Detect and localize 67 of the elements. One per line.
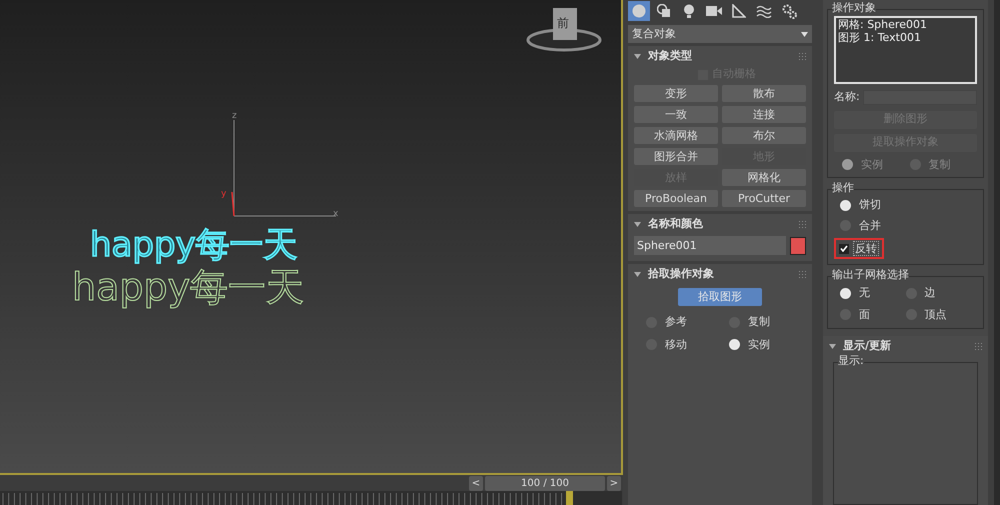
rollout-title[interactable]: 显示/更新 (843, 338, 892, 354)
axis-label: z (232, 110, 237, 123)
group-title: 操作对象 (832, 2, 876, 14)
radio-label: 顶点 (924, 306, 946, 322)
panel-button[interactable]: 一致 (634, 106, 718, 123)
radio-label: 实例 (748, 336, 770, 352)
color-swatch[interactable] (790, 236, 806, 254)
rollout-title[interactable]: 对象类型 (648, 48, 692, 64)
timeline-ruler-drawing[interactable] (0, 491, 622, 505)
list-item[interactable]: 网格: Sphere001 (838, 18, 973, 31)
panel-button[interactable]: 变形 (634, 85, 718, 102)
radio-label: 边 (924, 285, 936, 301)
radio-label: 饼切 (859, 197, 881, 213)
shapes-icon (657, 4, 671, 18)
next-frame-button[interactable]: > (607, 476, 621, 490)
collapse-arrow-icon[interactable] (829, 344, 836, 348)
gears-icon (782, 4, 796, 18)
operand-list[interactable]: 网格: Sphere001 图形 1: Text001 (834, 16, 977, 84)
dropdown-arrow-icon (801, 32, 808, 36)
radio-label: 移动 (665, 336, 687, 352)
radio-button[interactable] (729, 339, 740, 350)
panel-button[interactable]: ProBoolean (634, 190, 718, 207)
camera-icon (706, 5, 722, 17)
radio-label: 参考 (665, 314, 687, 330)
panel-button[interactable]: 水滴网格 (634, 127, 718, 144)
panel-button[interactable]: 散布 (722, 85, 806, 102)
radio-button[interactable] (840, 200, 851, 211)
rollout-title[interactable]: 拾取操作对象 (648, 266, 714, 282)
panel-button[interactable]: 布尔 (722, 127, 806, 144)
radio-button[interactable] (842, 159, 853, 170)
radio-button[interactable] (840, 288, 851, 299)
radio-label: 实例 (861, 156, 883, 172)
radio-label: 复制 (928, 156, 950, 172)
collapse-arrow-icon[interactable] (634, 54, 641, 58)
collapse-arrow-icon[interactable] (634, 272, 641, 276)
lightbulb-icon (683, 4, 695, 18)
panel-button[interactable]: 连接 (722, 106, 806, 123)
radio-label: 无 (859, 285, 870, 301)
radio-label: 面 (859, 306, 870, 322)
panel-button[interactable]: ProCutter (722, 190, 806, 207)
waves-icon (756, 4, 772, 18)
axis-label: y (221, 188, 226, 201)
list-item[interactable]: 图形 1: Text001 (838, 31, 973, 44)
collapse-arrow-icon[interactable] (634, 222, 641, 226)
pick-shape-button[interactable]: 拾取图形 (678, 288, 762, 306)
rollout-title[interactable]: 名称和颜色 (648, 216, 703, 232)
radio-label: 合并 (859, 218, 881, 234)
scene-text-object[interactable]: happy每一天 (90, 225, 298, 265)
ruler-triangle-icon (732, 4, 746, 18)
checkbox[interactable] (839, 244, 849, 254)
viewcube-label: 前 (557, 15, 569, 32)
group-title: 输出子网格选择 (832, 269, 909, 281)
name-field[interactable]: Sphere001 (634, 236, 786, 255)
radio-label: 复制 (748, 314, 770, 330)
group-title: 显示: (838, 355, 864, 367)
time-slider-field[interactable]: 100 / 100 (485, 476, 605, 490)
scene-text-object[interactable]: happy每一天 (72, 266, 304, 309)
category-dropdown[interactable]: 复合对象 (628, 25, 812, 43)
field-label: 名称: (834, 89, 860, 105)
panel-button[interactable]: 网格化 (722, 169, 806, 186)
group-title: 操作 (832, 182, 854, 194)
previous-frame-button[interactable]: < (469, 476, 483, 490)
checkbox-label: 反转 (853, 241, 879, 256)
panel-button[interactable]: 图形合并 (634, 148, 718, 165)
checkbox-row[interactable]: 反转 (834, 238, 884, 259)
sphere-icon (632, 4, 646, 18)
checkmark-icon (840, 245, 848, 252)
